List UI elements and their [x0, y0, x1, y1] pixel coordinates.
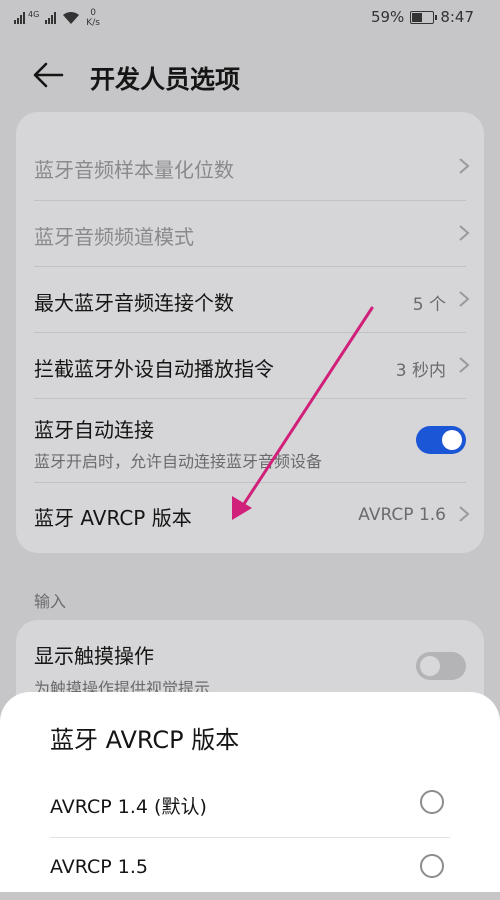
network-type: 4G [28, 9, 40, 19]
clock: 8:47 [440, 8, 474, 26]
chevron-right-icon [459, 291, 470, 307]
setting-label: 蓝牙 AVRCP 版本 [34, 506, 192, 530]
chevron-right-icon [459, 158, 470, 174]
radio-button[interactable] [420, 854, 444, 878]
avrcp-version-dialog: 蓝牙 AVRCP 版本 AVRCP 1.4 (默认) AVRCP 1.5 [0, 692, 500, 892]
chevron-right-icon [459, 506, 470, 522]
wifi-icon [63, 11, 80, 24]
setting-label: 最大蓝牙音频连接个数 [34, 291, 234, 315]
status-bar: 4G 0 K/s 59% 8:47 [0, 0, 500, 36]
radio-button[interactable] [420, 790, 444, 814]
option-avrcp-1-4[interactable]: AVRCP 1.4 (默认) [0, 774, 500, 836]
page-title: 开发人员选项 [90, 65, 241, 94]
setting-bt-auto-connect: 蓝牙自动连接 蓝牙开启时，允许自动连接蓝牙音频设备 [16, 398, 484, 482]
setting-bt-block-autoplay[interactable]: 拦截蓝牙外设自动播放指令 3 秒内 [16, 332, 484, 398]
option-label: AVRCP 1.4 (默认) [50, 796, 207, 818]
setting-bt-sample-bits[interactable]: 蓝牙音频样本量化位数 [16, 132, 484, 200]
network-speed: 0 K/s [86, 8, 100, 28]
setting-label: 蓝牙音频频道模式 [34, 225, 194, 249]
setting-label: 蓝牙自动连接 [34, 418, 154, 442]
chevron-right-icon [459, 225, 470, 241]
dialog-title: 蓝牙 AVRCP 版本 [50, 726, 240, 754]
setting-label: 蓝牙音频样本量化位数 [34, 158, 234, 182]
auto-connect-toggle[interactable] [416, 426, 466, 454]
show-touches-toggle[interactable] [416, 652, 466, 680]
setting-sublabel: 蓝牙开启时，允许自动连接蓝牙音频设备 [34, 452, 323, 471]
arrow-left-icon [33, 62, 64, 88]
bluetooth-settings-card: 蓝牙音频样本量化位数 蓝牙音频频道模式 最大蓝牙音频连接个数 5 个 拦截蓝牙外… [16, 112, 484, 553]
option-avrcp-1-5[interactable]: AVRCP 1.5 [0, 838, 500, 900]
section-header-input: 输入 [34, 592, 67, 611]
setting-value: 3 秒内 [395, 361, 446, 381]
setting-label: 显示触摸操作 [34, 644, 154, 668]
setting-value: 5 个 [412, 295, 446, 315]
signal-icon-2 [45, 12, 57, 24]
chevron-right-icon [459, 357, 470, 373]
battery-icon [410, 10, 438, 24]
battery-percent: 59% [370, 8, 405, 26]
option-label: AVRCP 1.5 [50, 856, 149, 878]
setting-value: AVRCP 1.6 [358, 505, 446, 525]
header: 开发人员选项 [0, 52, 500, 100]
setting-bt-avrcp-version[interactable]: 蓝牙 AVRCP 版本 AVRCP 1.6 [16, 482, 484, 550]
setting-bt-max-connections[interactable]: 最大蓝牙音频连接个数 5 个 [16, 266, 484, 332]
setting-bt-channel-mode[interactable]: 蓝牙音频频道模式 [16, 200, 484, 266]
signal-icon [14, 12, 25, 24]
setting-label: 拦截蓝牙外设自动播放指令 [34, 357, 274, 381]
back-button[interactable] [32, 60, 66, 90]
